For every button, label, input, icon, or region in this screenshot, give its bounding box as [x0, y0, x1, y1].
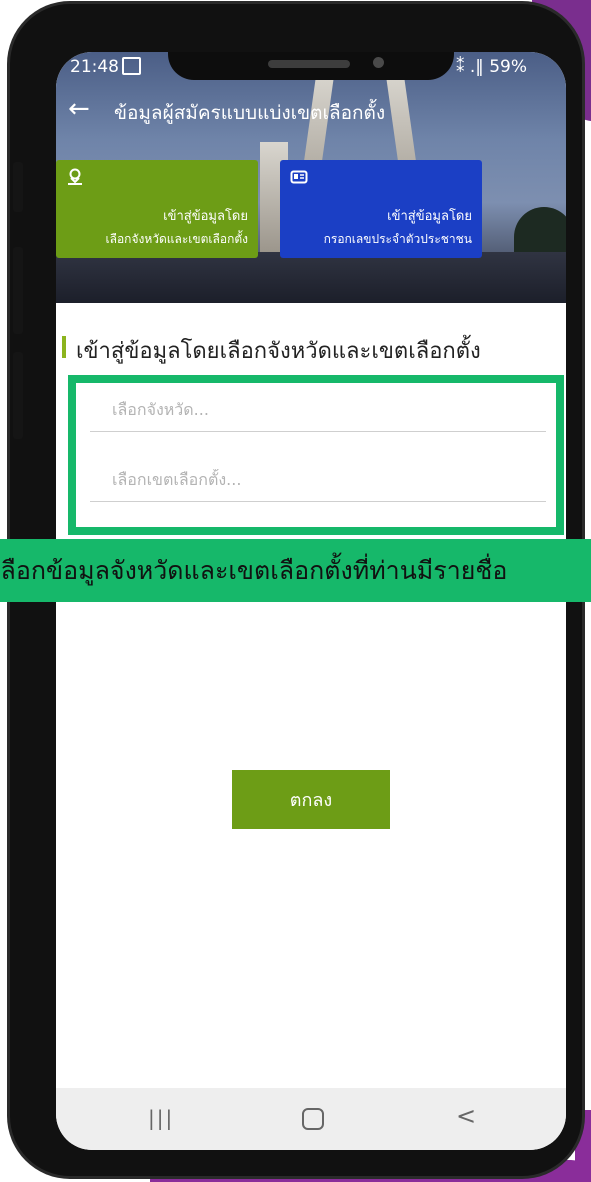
status-indicators: ⁑ .‖ 59% — [456, 57, 527, 77]
page-title: ข้อมูลผู้สมัครแบบแบ่งเขตเลือกตั้ง — [114, 102, 386, 124]
province-select-input[interactable] — [110, 399, 534, 420]
card-line-2: เลือกจังหวัดและเขตเลือกตั้ง — [105, 232, 248, 246]
home-icon[interactable] — [302, 1108, 324, 1130]
instruction-caption-banner: เลือกข้อมูลจังหวัดและเขตเลือกตั้งที่ท่าน… — [0, 539, 591, 602]
location-pin-icon — [68, 168, 82, 185]
district-field — [90, 463, 546, 502]
phone-side-button — [13, 162, 23, 212]
selection-highlight-box — [68, 375, 564, 535]
recent-apps-icon[interactable]: ||| — [148, 1106, 174, 1130]
section-heading-text: เข้าสู่ข้อมูลโดยเลือกจังหวัดและเขตเลือกต… — [76, 339, 481, 364]
section-heading: เข้าสู่ข้อมูลโดยเลือกจังหวัดและเขตเลือกต… — [56, 332, 566, 364]
phone-volume-down-button — [13, 352, 23, 439]
back-arrow-icon[interactable]: ← — [68, 96, 90, 122]
system-navigation-bar: ||| < — [56, 1088, 566, 1150]
nav-back-icon[interactable]: < — [456, 1102, 476, 1130]
instruction-caption-text: เลือกข้อมูลจังหวัดและเขตเลือกตั้งที่ท่าน… — [0, 556, 508, 585]
street-ground — [56, 252, 566, 303]
card-line-1: เข้าสู่ข้อมูลโดย — [163, 209, 248, 224]
heading-accent-bar — [62, 336, 66, 358]
header-banner-image: 21:48 ⁑ .‖ 59% ← ข้อมูลผู้สมัครแบบแบ่งเข… — [56, 52, 566, 303]
camera-notch — [168, 52, 454, 80]
front-camera — [373, 57, 384, 68]
speaker-grill — [268, 60, 350, 68]
select-province-district-card[interactable]: เข้าสู่ข้อมูลโดย เลือกจังหวัดและเขตเลือก… — [56, 160, 258, 258]
ok-button[interactable]: ตกลง — [232, 770, 390, 829]
card-line-2: กรอกเลขประจำตัวประชาชน — [323, 232, 472, 246]
phone-volume-up-button — [13, 247, 23, 334]
enter-id-number-card[interactable]: เข้าสู่ข้อมูลโดย กรอกเลขประจำตัวประชาชน — [280, 160, 482, 258]
app-bar: ← ข้อมูลผู้สมัครแบบแบ่งเขตเลือกตั้ง — [56, 92, 566, 128]
status-time: 21:48 — [70, 57, 119, 77]
id-card-icon — [290, 170, 308, 184]
gallery-notification-icon — [122, 57, 141, 75]
district-select-input[interactable] — [110, 469, 534, 490]
card-line-1: เข้าสู่ข้อมูลโดย — [387, 209, 472, 224]
province-field — [90, 393, 546, 432]
